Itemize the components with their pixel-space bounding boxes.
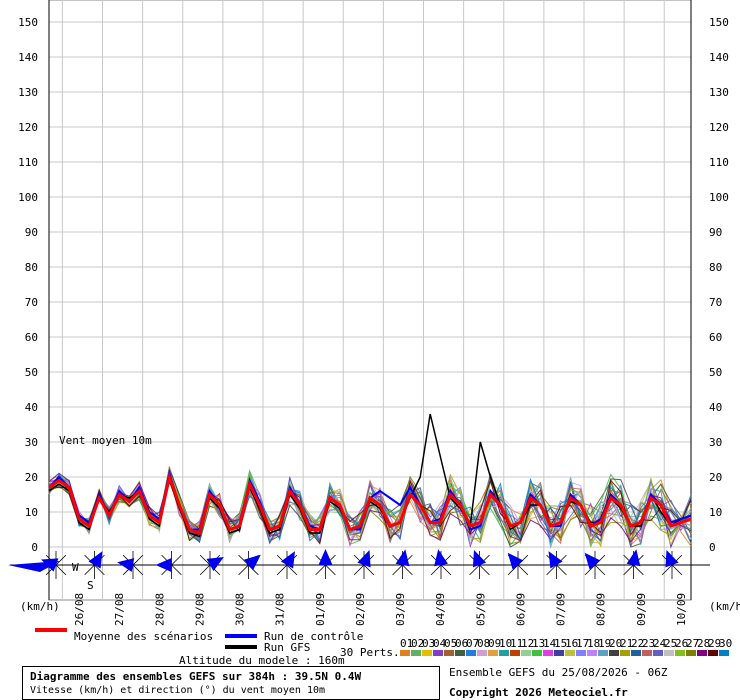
x-tick-date: 27/08 bbox=[113, 593, 126, 626]
y-tick-right: 0 bbox=[709, 541, 716, 554]
legend-label-mean: Moyenne des scénarios bbox=[74, 630, 213, 643]
y-tick-right: 150 bbox=[709, 16, 729, 29]
y-tick-right: 30 bbox=[709, 436, 722, 449]
vent-moyen-annotation: Vent moyen 10m bbox=[59, 434, 152, 447]
y-tick-left: 90 bbox=[25, 226, 38, 239]
perturbation-legend-swatch bbox=[455, 650, 465, 656]
perturbation-legend-swatch bbox=[532, 650, 542, 656]
perturbation-legend-swatch bbox=[576, 650, 586, 656]
y-tick-right: 50 bbox=[709, 366, 722, 379]
legend-swatch-mean bbox=[35, 628, 67, 632]
y-unit-left: (km/h) bbox=[20, 600, 60, 613]
y-unit-right: (km/h) bbox=[709, 600, 740, 613]
copyright: Copyright 2026 Meteociel.fr bbox=[449, 686, 628, 699]
perturbation-legend-swatch bbox=[697, 650, 707, 656]
y-tick-left: 100 bbox=[18, 191, 38, 204]
perturbation-legend-swatch bbox=[609, 650, 619, 656]
perturbation-legend-swatch bbox=[642, 650, 652, 656]
x-tick-date: 29/08 bbox=[193, 593, 206, 626]
chart-subtitle: Vitesse (km/h) et direction (°) du vent … bbox=[30, 685, 326, 696]
perturbation-legend-swatch bbox=[543, 650, 553, 656]
perturbation-legend: 0102030405060708091011121314151617181920… bbox=[400, 637, 732, 656]
perturbation-legend-swatch bbox=[598, 650, 608, 656]
perturbation-legend-label: 30 bbox=[719, 637, 732, 650]
perturbation-legend-swatch bbox=[554, 650, 564, 656]
y-tick-right: 120 bbox=[709, 121, 729, 134]
x-tick-date: 30/08 bbox=[234, 593, 247, 626]
y-tick-right: 20 bbox=[709, 471, 722, 484]
x-tick-date: 02/09 bbox=[354, 593, 367, 626]
x-tick-date: 06/09 bbox=[514, 593, 527, 626]
y-tick-right: 100 bbox=[709, 191, 729, 204]
y-tick-left: 60 bbox=[25, 331, 38, 344]
x-tick-date: 07/09 bbox=[555, 593, 568, 626]
y-tick-left: 130 bbox=[18, 86, 38, 99]
perturbation-legend-swatch bbox=[631, 650, 641, 656]
x-tick-date: 05/09 bbox=[474, 593, 487, 626]
perturbation-legend-swatch bbox=[400, 650, 410, 656]
perturbation-legend-swatch bbox=[411, 650, 421, 656]
perturbation-legend-swatch bbox=[488, 650, 498, 656]
y-tick-left: 80 bbox=[25, 261, 38, 274]
perturbation-legend-swatch bbox=[653, 650, 663, 656]
legend-label-gfs: Run GFS bbox=[264, 641, 310, 654]
y-tick-left: 140 bbox=[18, 51, 38, 64]
perturbation-legend-swatch bbox=[499, 650, 509, 656]
y-tick-right: 10 bbox=[709, 506, 722, 519]
y-tick-left: 20 bbox=[25, 471, 38, 484]
y-tick-right: 130 bbox=[709, 86, 729, 99]
perturbation-legend-swatch bbox=[422, 650, 432, 656]
perturbation-legend-swatch bbox=[708, 650, 718, 656]
perturbation-legend-swatch bbox=[521, 650, 531, 656]
legend-swatch-control bbox=[225, 634, 257, 638]
y-tick-right: 80 bbox=[709, 261, 722, 274]
y-tick-right: 60 bbox=[709, 331, 722, 344]
x-tick-date: 31/08 bbox=[274, 593, 287, 626]
title-box: Diagramme des ensembles GEFS sur 384h : … bbox=[22, 666, 440, 700]
perturbation-legend-swatch bbox=[686, 650, 696, 656]
perturbation-legend-swatch bbox=[675, 650, 685, 656]
x-tick-date: 08/09 bbox=[595, 593, 608, 626]
perturbation-legend-swatch bbox=[664, 650, 674, 656]
perturbation-legend-swatch bbox=[587, 650, 597, 656]
y-tick-left: 30 bbox=[25, 436, 38, 449]
x-tick-date: 26/08 bbox=[73, 593, 86, 626]
compass-w-label: W bbox=[72, 561, 79, 574]
y-tick-right: 140 bbox=[709, 51, 729, 64]
y-tick-right: 90 bbox=[709, 226, 722, 239]
y-tick-left: 40 bbox=[25, 401, 38, 414]
y-tick-right: 40 bbox=[709, 401, 722, 414]
compass-s-label: S bbox=[87, 579, 94, 592]
x-tick-date: 04/09 bbox=[434, 593, 447, 626]
y-tick-right: 70 bbox=[709, 296, 722, 309]
y-tick-left: 10 bbox=[25, 506, 38, 519]
y-tick-left: 0 bbox=[31, 541, 38, 554]
x-tick-date: 09/09 bbox=[635, 593, 648, 626]
perturbation-legend-swatch bbox=[444, 650, 454, 656]
x-tick-date: 01/09 bbox=[314, 593, 327, 626]
y-tick-left: 150 bbox=[18, 16, 38, 29]
y-tick-right: 110 bbox=[709, 156, 729, 169]
y-tick-left: 50 bbox=[25, 366, 38, 379]
y-tick-left: 70 bbox=[25, 296, 38, 309]
ensemble-wind-chart: 0 0 10 10 20 20 30 30 40 40 50 50 60 60 70 70 80 80 90 90 10… bbox=[8, 0, 740, 699]
perturbation-legend-swatch bbox=[466, 650, 476, 656]
perturbation-legend-swatch bbox=[510, 650, 520, 656]
x-tick-date: 28/08 bbox=[153, 593, 166, 626]
x-tick-date: 10/09 bbox=[675, 593, 688, 626]
perturbations-label: 30 Perts. bbox=[340, 646, 400, 659]
chart-title: Diagramme des ensembles GEFS sur 384h : … bbox=[30, 670, 362, 683]
perturbation-legend-swatch bbox=[565, 650, 575, 656]
perturbation-legend-swatch bbox=[719, 650, 729, 656]
legend: Moyenne des scénarios Run de contrôle Ru… bbox=[35, 628, 732, 659]
perturbation-legend-swatch bbox=[433, 650, 443, 656]
x-tick-date: 03/09 bbox=[394, 593, 407, 626]
legend-swatch-gfs bbox=[225, 645, 257, 649]
y-tick-left: 120 bbox=[18, 121, 38, 134]
perturbation-legend-swatch bbox=[620, 650, 630, 656]
perturbation-legend-swatch bbox=[477, 650, 487, 656]
run-info: Ensemble GEFS du 25/08/2026 - 06Z bbox=[449, 666, 668, 679]
y-tick-left: 110 bbox=[18, 156, 38, 169]
